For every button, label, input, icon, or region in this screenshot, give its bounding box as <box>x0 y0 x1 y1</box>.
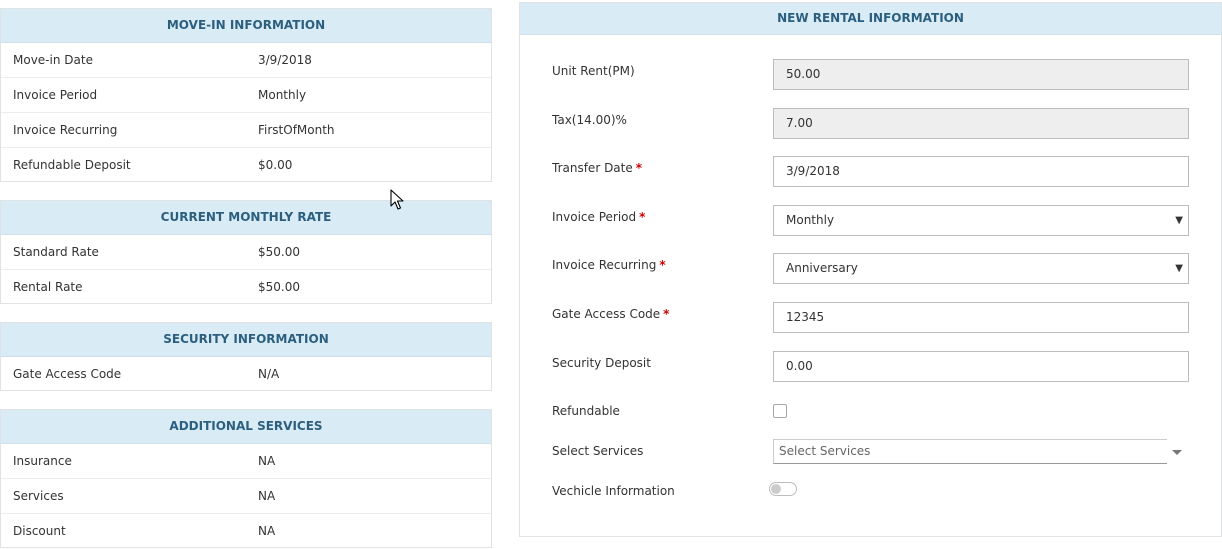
row-label: Gate Access Code <box>13 367 122 381</box>
info-row: Insurance NA <box>1 444 491 479</box>
unit-rent-field: 50.00 <box>773 59 1189 90</box>
required-marker: * <box>663 307 670 321</box>
info-row: Discount NA <box>1 514 491 549</box>
new-rental-header: NEW RENTAL INFORMATION <box>520 3 1221 35</box>
row-label: Rental Rate <box>13 280 83 294</box>
invoice-recurring-label: Invoice Recurring * <box>552 258 666 272</box>
chevron-down-icon: ▼ <box>1175 215 1183 226</box>
security-deposit-value: 0.00 <box>786 359 813 373</box>
row-value: 3/9/2018 <box>258 53 312 67</box>
gate-access-code-label: Gate Access Code * <box>552 307 669 321</box>
refundable-checkbox[interactable] <box>773 404 787 418</box>
toggle-knob <box>771 484 781 494</box>
new-rental-panel: NEW RENTAL INFORMATION Unit Rent(PM) 50.… <box>519 2 1222 537</box>
invoice-recurring-value: Anniversary <box>786 261 858 275</box>
info-row: Gate Access Code N/A <box>1 357 491 392</box>
transfer-date-input[interactable]: 3/9/2018 <box>773 156 1189 187</box>
select-services-dropdown[interactable]: Select Services <box>773 439 1167 464</box>
row-label: Refundable Deposit <box>13 158 131 172</box>
refundable-label: Refundable <box>552 404 620 418</box>
invoice-recurring-label-text: Invoice Recurring <box>552 258 657 272</box>
row-value: $50.00 <box>258 280 300 294</box>
required-marker: * <box>635 161 643 175</box>
mouse-cursor-icon <box>390 189 404 210</box>
select-services-placeholder: Select Services <box>779 444 871 458</box>
security-deposit-input[interactable]: 0.00 <box>773 351 1189 382</box>
security-header: SECURITY INFORMATION <box>1 323 491 357</box>
info-row: Move-in Date 3/9/2018 <box>1 43 491 78</box>
tax-value: 7.00 <box>786 116 813 130</box>
row-label: Invoice Period <box>13 88 98 102</box>
row-label: Services <box>13 489 64 503</box>
row-label: Move-in Date <box>13 53 93 67</box>
row-value: NA <box>258 524 276 538</box>
invoice-recurring-select[interactable]: Anniversary ▼ <box>773 253 1189 284</box>
vehicle-information-label: Vechicle Information <box>552 484 675 498</box>
info-row: Services NA <box>1 479 491 514</box>
security-panel: SECURITY INFORMATION Gate Access Code N/… <box>0 322 492 391</box>
transfer-date-value: 3/9/2018 <box>786 164 840 178</box>
invoice-period-select[interactable]: Monthly ▼ <box>773 205 1189 236</box>
row-label: Invoice Recurring <box>13 123 118 137</box>
chevron-down-icon: ▼ <box>1175 263 1183 274</box>
tax-field: 7.00 <box>773 108 1189 139</box>
transfer-date-label: Transfer Date * <box>552 161 642 175</box>
current-rate-panel: CURRENT MONTHLY RATE Standard Rate $50.0… <box>0 200 492 304</box>
tax-label: Tax(14.00)% <box>552 113 627 127</box>
vehicle-information-toggle[interactable] <box>769 482 797 496</box>
transfer-date-label-text: Transfer Date <box>552 161 633 175</box>
unit-rent-value: 50.00 <box>786 67 821 81</box>
caret-down-icon[interactable] <box>1172 450 1182 455</box>
gate-access-code-label-text: Gate Access Code <box>552 307 661 321</box>
row-value: NA <box>258 489 276 503</box>
row-label: Standard Rate <box>13 245 99 259</box>
required-marker: * <box>639 210 646 224</box>
additional-services-header: ADDITIONAL SERVICES <box>1 410 491 444</box>
info-row: Invoice Period Monthly <box>1 78 491 113</box>
row-value: FirstOfMonth <box>258 123 335 137</box>
row-value: $0.00 <box>258 158 293 172</box>
move-in-panel: MOVE-IN INFORMATION Move-in Date 3/9/201… <box>0 8 492 182</box>
row-label: Discount <box>13 524 66 538</box>
info-row: Refundable Deposit $0.00 <box>1 148 491 183</box>
info-row: Standard Rate $50.00 <box>1 235 491 270</box>
unit-rent-label: Unit Rent(PM) <box>552 64 635 78</box>
invoice-period-value: Monthly <box>786 213 835 227</box>
row-value: NA <box>258 454 276 468</box>
invoice-period-label: Invoice Period * <box>552 210 645 224</box>
gate-access-code-value: 12345 <box>786 310 825 324</box>
additional-services-panel: ADDITIONAL SERVICES Insurance NA Service… <box>0 409 492 548</box>
gate-access-code-input[interactable]: 12345 <box>773 302 1189 333</box>
info-row: Invoice Recurring FirstOfMonth <box>1 113 491 148</box>
info-row: Rental Rate $50.00 <box>1 270 491 305</box>
move-in-header: MOVE-IN INFORMATION <box>1 9 491 43</box>
row-value: Monthly <box>258 88 307 102</box>
row-label: Insurance <box>13 454 72 468</box>
invoice-period-label-text: Invoice Period <box>552 210 637 224</box>
security-deposit-label: Security Deposit <box>552 356 651 370</box>
row-value: $50.00 <box>258 245 300 259</box>
required-marker: * <box>659 258 666 272</box>
select-services-label: Select Services <box>552 444 644 458</box>
current-rate-header: CURRENT MONTHLY RATE <box>1 201 491 235</box>
row-value: N/A <box>258 367 280 381</box>
